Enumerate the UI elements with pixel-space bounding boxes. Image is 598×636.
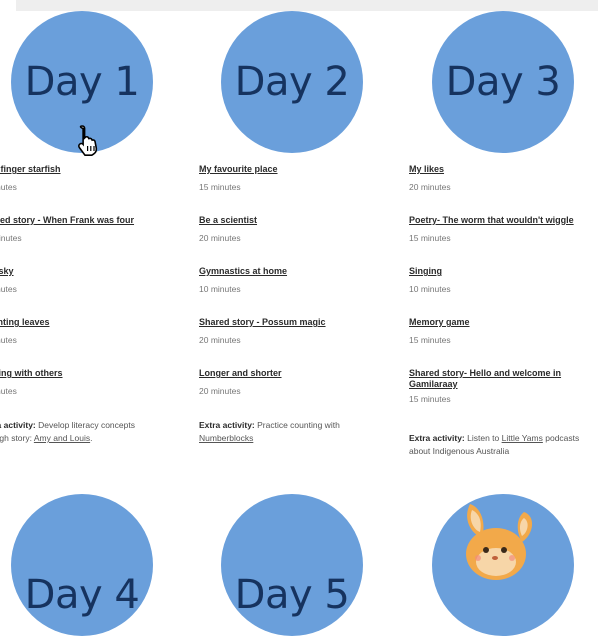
bunny-icon (466, 504, 533, 580)
day-1-label: Day 1 (24, 59, 140, 105)
activity-link[interactable]: Five finger starfish (0, 164, 165, 175)
extra-activity-label: Extra activity: (0, 420, 36, 430)
activity-link[interactable]: Shared story - Possum magic (199, 317, 379, 328)
activity-link[interactable]: Shared story - When Frank was four (0, 215, 165, 226)
list-item: Poetry- The worm that wouldn't wiggle 15… (409, 215, 589, 266)
activity-link[interactable]: Singing (409, 266, 589, 277)
activity-link[interactable]: Gymnastics at home (199, 266, 379, 277)
activity-duration: 15 minutes (199, 182, 241, 192)
activity-duration: 20 minutes (199, 386, 241, 396)
day-3-circle[interactable]: Day 3 (432, 11, 574, 153)
activity-duration: 5 minutes (0, 182, 17, 192)
activity-link[interactable]: My likes (409, 164, 589, 175)
day-2-label: Day 2 (234, 59, 350, 105)
activity-duration: 5 minutes (0, 386, 17, 396)
day-2-activities: My favourite place 15 minutes Be a scien… (199, 164, 379, 445)
list-item: Five finger starfish 5 minutes (0, 164, 165, 215)
extra-activity: Extra activity: Develop literacy concept… (0, 419, 165, 445)
list-item: Be a scientist 20 minutes (199, 215, 379, 266)
extra-activity-text: Practice counting with (254, 420, 340, 430)
activity-link[interactable]: Be a scientist (199, 215, 379, 226)
activity-link[interactable]: Shared story- Hello and welcome in Gamil… (409, 368, 587, 390)
extra-activity-label: Extra activity: (409, 433, 465, 443)
day-1-activities: Five finger starfish 5 minutes Shared st… (0, 164, 165, 445)
list-item: Playing with others 5 minutes (0, 368, 165, 419)
day-5-label: Day 5 (234, 572, 350, 618)
list-item: Longer and shorter 20 minutes (199, 368, 379, 419)
list-item: Counting leaves 5 minutes (0, 317, 165, 368)
day-2-circle[interactable]: Day 2 (221, 11, 363, 153)
extra-activity-after: . (90, 433, 93, 443)
activity-duration: 15 minutes (409, 335, 451, 345)
extra-activity-link[interactable]: Numberblocks (199, 433, 253, 443)
activity-link[interactable]: Counting leaves (0, 317, 165, 328)
extra-activity-link[interactable]: Amy and Louis (34, 433, 90, 443)
day-5-circle[interactable]: Day 5 (221, 494, 363, 636)
activity-duration: 15 minutes (409, 233, 451, 243)
activity-duration: 10 minutes (199, 284, 241, 294)
activity-duration: 5 minutes (0, 284, 17, 294)
activity-link[interactable]: Longer and shorter (199, 368, 379, 379)
hand-cursor-icon (78, 125, 98, 156)
activity-duration: 20 minutes (0, 233, 22, 243)
day-3-label: Day 3 (445, 59, 561, 105)
extra-activity-label: Extra activity: (199, 420, 255, 430)
list-item: Memory game 15 minutes (409, 317, 589, 368)
activity-link[interactable]: Memory game (409, 317, 589, 328)
top-bar (16, 0, 598, 11)
extra-activity-text: Listen to (464, 433, 502, 443)
activity-link[interactable]: The sky (0, 266, 165, 277)
activity-duration: 20 minutes (199, 233, 241, 243)
list-item: My favourite place 15 minutes (199, 164, 379, 215)
list-item: Gymnastics at home 10 minutes (199, 266, 379, 317)
list-item: My likes 20 minutes (409, 164, 589, 215)
extra-activity: Extra activity: Listen to Little Yams po… (409, 432, 589, 458)
activity-duration: 20 minutes (199, 335, 241, 345)
extra-activity-link[interactable]: Little Yams (502, 433, 543, 443)
list-item: Shared story - When Frank was four 20 mi… (0, 215, 165, 266)
extra-activity: Extra activity: Practice counting with N… (199, 419, 379, 445)
activity-duration: 5 minutes (0, 335, 17, 345)
list-item: Singing 10 minutes (409, 266, 589, 317)
activity-link[interactable]: My favourite place (199, 164, 379, 175)
activity-link[interactable]: Poetry- The worm that wouldn't wiggle (409, 215, 589, 226)
day-4-circle[interactable]: Day 4 (11, 494, 153, 636)
activity-link[interactable]: Playing with others (0, 368, 165, 379)
activity-duration: 15 minutes (409, 394, 451, 404)
day-4-label: Day 4 (24, 572, 140, 618)
activity-duration: 10 minutes (409, 284, 451, 294)
list-item: Shared story - Possum magic 20 minutes (199, 317, 379, 368)
list-item: The sky 5 minutes (0, 266, 165, 317)
list-item: Shared story- Hello and welcome in Gamil… (409, 368, 589, 432)
bunny-illustration[interactable] (432, 494, 574, 636)
day-3-activities: My likes 20 minutes Poetry- The worm tha… (409, 164, 589, 458)
activity-duration: 20 minutes (409, 182, 451, 192)
